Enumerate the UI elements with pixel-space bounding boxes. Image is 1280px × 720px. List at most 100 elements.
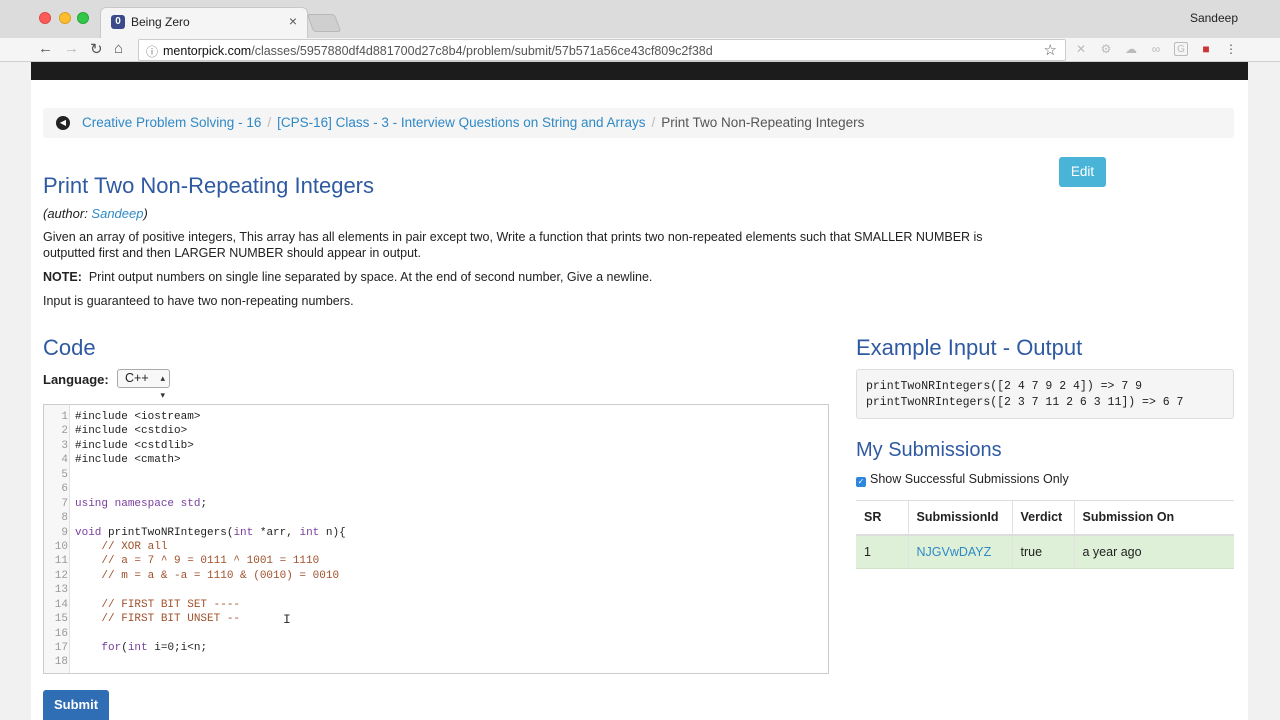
extension-car-icon[interactable]: ■: [1199, 42, 1213, 56]
home-icon[interactable]: ⌂: [114, 40, 123, 57]
new-tab-button[interactable]: [306, 14, 342, 32]
cell-verdict: true: [1011, 534, 1074, 569]
author-line: (author: Sandeep): [43, 206, 148, 221]
code-text: void printTwoNRIntegers(int *arr, int n)…: [75, 526, 346, 539]
line-number: 18: [54, 656, 68, 669]
browser-window: 0 Being Zero × Sandeep ← → ↻ ⌂ ⓘ mentorp…: [0, 0, 1280, 720]
breadcrumb-item-class[interactable]: [CPS-16] Class - 3 - Interview Questions…: [277, 115, 645, 130]
code-text: #include <cstdlib>: [75, 439, 194, 452]
extension-cloud-icon[interactable]: ☁: [1124, 42, 1138, 56]
example-line-2: printTwoNRIntegers([2 3 7 11 2 6 3 11]) …: [866, 396, 1184, 409]
author-link[interactable]: Sandeep: [91, 206, 143, 221]
example-line-1: printTwoNRIntegers([2 4 7 9 2 4]) => 7 9: [866, 380, 1143, 393]
extension-link-icon[interactable]: ∞: [1149, 42, 1163, 56]
forward-arrow-icon[interactable]: →: [64, 40, 79, 57]
line-number: 16: [54, 627, 68, 640]
checkbox-checked-icon[interactable]: ✓: [856, 477, 866, 487]
code-line[interactable]: 8: [44, 511, 824, 525]
language-label: Language:: [43, 372, 109, 387]
tab-strip: 0 Being Zero × Sandeep: [0, 0, 1280, 38]
code-line[interactable]: 12 // m = a & -a = 1110 & (0010) = 0010: [44, 569, 824, 583]
profile-name[interactable]: Sandeep: [1190, 11, 1238, 25]
cell-submission-on: a year ago: [1073, 534, 1234, 569]
browser-toolbar: ← → ↻ ⌂ ⓘ mentorpick.com/classes/5957880…: [0, 38, 1280, 62]
code-text: #include <cmath>: [75, 454, 181, 467]
back-circle-icon[interactable]: ◀: [56, 116, 70, 130]
bookmark-star-icon[interactable]: ☆: [1044, 41, 1057, 59]
code-lines: 1 #include <iostream> 2 #include <cstdio> 3 #…: [44, 410, 824, 670]
close-tab-icon[interactable]: ×: [289, 13, 297, 29]
breadcrumb-separator: /: [267, 115, 272, 130]
text-cursor-icon: I: [283, 612, 291, 627]
line-number: 17: [54, 642, 68, 654]
code-line[interactable]: 6: [44, 482, 824, 496]
code-text: #include <cstdio>: [75, 425, 188, 438]
line-number: 3: [61, 439, 68, 452]
info-icon[interactable]: ⓘ: [146, 43, 158, 60]
code-text: // XOR all: [75, 540, 168, 553]
url-text: mentorpick.com/classes/5957880df4d881700…: [163, 44, 713, 58]
address-bar[interactable]: ⓘ mentorpick.com/classes/5957880df4d8817…: [138, 39, 1066, 61]
menu-dots-icon[interactable]: ⋮: [1224, 42, 1238, 56]
browser-tab[interactable]: 0 Being Zero ×: [100, 7, 308, 38]
line-number: 10: [54, 540, 68, 553]
code-line[interactable]: 2 #include <cstdio>: [44, 424, 824, 438]
extension-g-icon[interactable]: G: [1174, 42, 1188, 56]
line-number: 14: [54, 598, 68, 611]
line-number: 5: [61, 468, 68, 481]
submission-id-link[interactable]: NJGVwDAYZ: [917, 545, 992, 559]
column-header-submission-id: SubmissionId: [907, 500, 1012, 536]
extension-gear-icon[interactable]: ⚙: [1099, 42, 1113, 56]
code-line[interactable]: 3 #include <cstdlib>: [44, 439, 824, 453]
code-editor[interactable]: 1 #include <iostream> 2 #include <cstdio> 3 #…: [43, 404, 829, 674]
code-line[interactable]: 14 // FIRST BIT SET ----: [44, 598, 824, 612]
code-text: // FIRST BIT SET ----: [75, 598, 241, 611]
extension-x-icon[interactable]: ✕: [1074, 42, 1088, 56]
breadcrumb-separator: /: [651, 115, 656, 130]
language-select[interactable]: C++ ▴ ▾: [117, 369, 170, 400]
code-text: // a = 7 ^ 9 = 0111 ^ 1001 = 1110: [75, 555, 320, 568]
successful-only-filter[interactable]: ✓ Show Successful Submissions Only: [856, 472, 1069, 487]
minimize-window-button[interactable]: [59, 12, 71, 24]
breadcrumb-item-course[interactable]: Creative Problem Solving - 16: [82, 115, 261, 130]
maximize-window-button[interactable]: [77, 12, 89, 24]
code-text: #include <iostream>: [75, 411, 201, 423]
code-line[interactable]: 4 #include <cmath>: [44, 453, 824, 467]
code-line[interactable]: 5: [44, 468, 824, 482]
code-text: // FIRST BIT UNSET --: [75, 613, 241, 626]
select-arrows-icon: ▴ ▾: [160, 373, 165, 400]
back-arrow-icon[interactable]: ←: [38, 40, 53, 57]
code-text: using namespace std;: [75, 497, 208, 510]
close-window-button[interactable]: [39, 12, 51, 24]
favicon-icon: 0: [111, 15, 125, 29]
code-text: for(int i=0;i<n;: [101, 642, 208, 654]
line-number: 12: [54, 569, 68, 582]
example-heading: Example Input - Output: [856, 335, 1083, 360]
site-header-strip: [31, 62, 1248, 80]
code-line[interactable]: 17 for(int i=0;i<n;: [44, 641, 824, 655]
code-line[interactable]: 15 // FIRST BIT UNSET --: [44, 612, 824, 626]
code-heading: Code: [43, 335, 96, 360]
code-line[interactable]: 16: [44, 627, 824, 641]
code-line[interactable]: 1 #include <iostream>: [44, 410, 824, 424]
reload-icon[interactable]: ↻: [90, 40, 103, 58]
tab-title: Being Zero: [131, 15, 190, 29]
line-number: 11: [54, 555, 68, 568]
problem-note: NOTE: Print output numbers on single lin…: [43, 270, 653, 284]
code-line[interactable]: 9 void printTwoNRIntegers(int *arr, int n…: [44, 526, 824, 540]
code-line[interactable]: 7 using namespace std;: [44, 497, 824, 511]
breadcrumb: ◀ Creative Problem Solving - 16 / [CPS-16]…: [43, 108, 1234, 138]
code-text: // m = a & -a = 1110 & (0010) = 0010: [75, 569, 340, 582]
breadcrumb-current: Print Two Non-Repeating Integers: [661, 115, 865, 130]
code-line[interactable]: 13: [44, 583, 824, 597]
submit-button[interactable]: Submit: [43, 690, 109, 720]
line-number: 9: [61, 526, 68, 539]
edit-button[interactable]: Edit: [1059, 157, 1106, 187]
code-line[interactable]: 11 // a = 7 ^ 9 = 0111 ^ 1001 = 1110: [44, 554, 824, 568]
code-line[interactable]: 10 // XOR all: [44, 540, 824, 554]
line-number: 13: [54, 584, 68, 597]
line-number: 6: [61, 483, 68, 496]
cell-sr: 1: [856, 534, 908, 569]
problem-description: Given an array of positive integers, Thi…: [43, 230, 983, 260]
code-line[interactable]: 18: [44, 655, 824, 669]
